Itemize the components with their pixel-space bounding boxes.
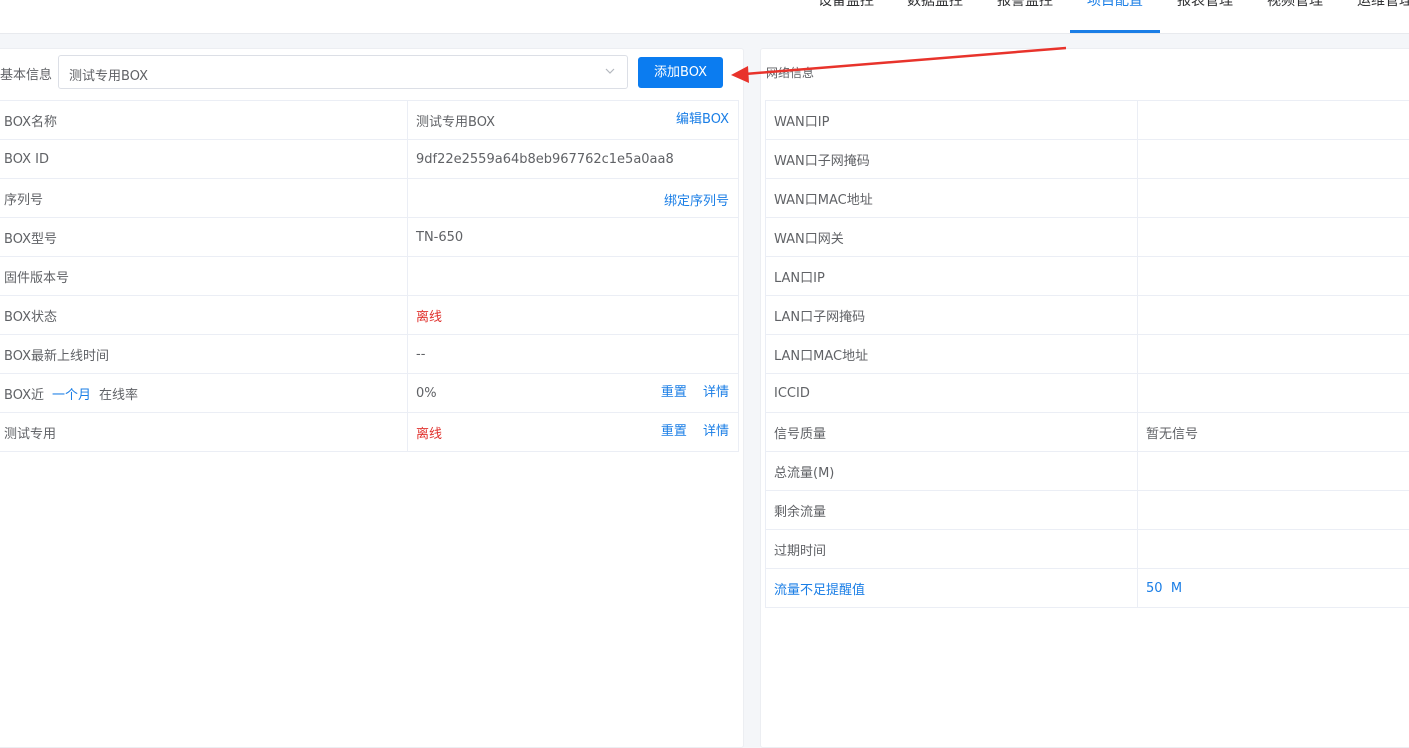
row-value: [1138, 179, 1409, 218]
test-status-value: 离线: [416, 427, 442, 442]
row-label: WAN口网关: [766, 218, 1138, 257]
table-row: LAN口MAC地址: [766, 335, 1409, 374]
detail-link[interactable]: 详情: [703, 424, 729, 439]
row-label: BOX名称: [0, 101, 408, 140]
reset-link[interactable]: 重置: [661, 424, 687, 439]
table-row: LAN口子网掩码: [766, 296, 1409, 335]
table-row: 测试专用 离线 重置 详情: [0, 413, 739, 452]
row-label: 测试专用: [0, 413, 408, 452]
online-rate-suffix: 在线率: [99, 388, 138, 403]
row-label: LAN口MAC地址: [766, 335, 1138, 374]
traffic-alert-link[interactable]: 流量不足提醒值: [766, 569, 1138, 608]
table-row: BOX近一个月在线率 0% 重置 详情: [0, 374, 739, 413]
row-value: [1138, 335, 1409, 374]
traffic-alert-number: 50: [1146, 581, 1163, 596]
row-label: WAN口子网掩码: [766, 140, 1138, 179]
network-info-table: WAN口IP WAN口子网掩码 WAN口MAC地址 WAN口网关 LAN口IP …: [765, 100, 1409, 608]
table-row: BOX状态 离线: [0, 296, 739, 335]
reset-link[interactable]: 重置: [661, 385, 687, 400]
row-value: [1138, 530, 1409, 569]
box-select-value: 测试专用BOX: [69, 65, 148, 84]
table-row: 固件版本号: [0, 257, 739, 296]
row-value-cell: 离线 重置 详情: [408, 413, 739, 452]
table-row: 过期时间: [766, 530, 1409, 569]
box-info-table: BOX名称 测试专用BOX 编辑BOX BOX ID 9df22e2559a64…: [0, 100, 739, 452]
row-label: WAN口MAC地址: [766, 179, 1138, 218]
bind-serial-link[interactable]: 绑定序列号: [664, 194, 729, 209]
table-row: 序列号 绑定序列号: [0, 179, 739, 218]
row-value-cell: 测试专用BOX 编辑BOX: [408, 101, 739, 140]
row-label: LAN口IP: [766, 257, 1138, 296]
table-row: 剩余流量: [766, 491, 1409, 530]
row-value: [1138, 218, 1409, 257]
chevron-down-icon: [605, 66, 615, 76]
row-value: [1138, 491, 1409, 530]
add-box-button[interactable]: 添加BOX: [638, 57, 723, 88]
box-select[interactable]: 测试专用BOX: [58, 55, 628, 89]
row-label: 总流量(M): [766, 452, 1138, 491]
table-row: BOX名称 测试专用BOX 编辑BOX: [0, 101, 739, 140]
row-label: 信号质量: [766, 413, 1138, 452]
network-info-title: 网络信息: [766, 64, 814, 81]
nav-tab-device-monitor[interactable]: 设备监控: [818, 0, 874, 34]
row-value: [1138, 257, 1409, 296]
row-label: BOX最新上线时间: [0, 335, 408, 374]
row-label: 过期时间: [766, 530, 1138, 569]
traffic-alert-unit: M: [1171, 581, 1182, 596]
table-row: 总流量(M): [766, 452, 1409, 491]
edit-box-link[interactable]: 编辑BOX: [676, 112, 729, 127]
nav-tab-alarm-monitor[interactable]: 报警监控: [997, 0, 1053, 34]
box-status-value: 离线: [408, 296, 739, 335]
signal-quality-value: 暂无信号: [1138, 413, 1409, 452]
firmware-value: [408, 257, 739, 296]
table-row: BOX型号 TN-650: [0, 218, 739, 257]
row-label: LAN口子网掩码: [766, 296, 1138, 335]
nav-tab-video-manage[interactable]: 视频管理: [1267, 0, 1323, 34]
row-label: 序列号: [0, 179, 408, 218]
table-row: WAN口MAC地址: [766, 179, 1409, 218]
table-row: LAN口IP: [766, 257, 1409, 296]
online-rate-value: 0%: [416, 386, 437, 401]
table-row: WAN口网关: [766, 218, 1409, 257]
row-value: [1138, 140, 1409, 179]
nav-tab-project-config[interactable]: 项目配置: [1087, 0, 1143, 34]
table-row: BOX ID 9df22e2559a64b8eb967762c1e5a0aa8: [0, 140, 739, 179]
table-row: 信号质量暂无信号: [766, 413, 1409, 452]
row-value: [1138, 374, 1409, 413]
row-label: 固件版本号: [0, 257, 408, 296]
row-label: 剩余流量: [766, 491, 1138, 530]
box-model-value: TN-650: [408, 218, 739, 257]
nav-tab-report-manage[interactable]: 报表管理: [1177, 0, 1233, 34]
box-id-value: 9df22e2559a64b8eb967762c1e5a0aa8: [408, 140, 739, 179]
detail-link[interactable]: 详情: [703, 385, 729, 400]
basic-info-label: 基本信息: [0, 64, 52, 83]
row-value: [1138, 452, 1409, 491]
row-value-cell: 绑定序列号: [408, 179, 739, 218]
row-label: WAN口IP: [766, 101, 1138, 140]
top-nav-bar: 设备监控 数据监控 报警监控 项目配置 报表管理 视频管理 运维管理: [0, 0, 1409, 34]
online-rate-label: BOX近一个月在线率: [0, 374, 408, 413]
active-tab-indicator: [1070, 30, 1160, 33]
row-value: [1138, 101, 1409, 140]
row-label: BOX ID: [0, 140, 408, 179]
table-row: WAN口子网掩码: [766, 140, 1409, 179]
row-value: [1138, 296, 1409, 335]
table-row: BOX最新上线时间 --: [0, 335, 739, 374]
online-rate-prefix: BOX近: [4, 388, 44, 403]
box-name-value: 测试专用BOX: [416, 115, 495, 130]
last-online-value: --: [408, 335, 739, 374]
nav-tab-data-monitor[interactable]: 数据监控: [907, 0, 963, 34]
period-select-link[interactable]: 一个月: [52, 388, 91, 403]
row-label: BOX型号: [0, 218, 408, 257]
table-row: 流量不足提醒值 50 M: [766, 569, 1409, 608]
table-row: WAN口IP: [766, 101, 1409, 140]
table-row: ICCID: [766, 374, 1409, 413]
traffic-alert-value[interactable]: 50 M: [1138, 569, 1409, 608]
row-value-cell: 0% 重置 详情: [408, 374, 739, 413]
nav-tab-ops-manage[interactable]: 运维管理: [1357, 0, 1409, 34]
row-label: BOX状态: [0, 296, 408, 335]
row-label: ICCID: [766, 374, 1138, 413]
